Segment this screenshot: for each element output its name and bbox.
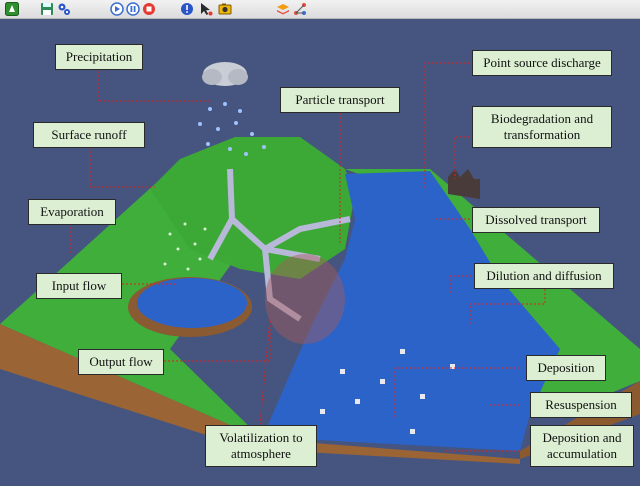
pollutant-plume xyxy=(265,254,345,344)
label-deposition: Deposition xyxy=(526,355,606,381)
label-output-flow: Output flow xyxy=(78,349,164,375)
label-biodegradation-transformation: Biodegradation and transformation xyxy=(472,106,612,148)
rain-cloud-part xyxy=(228,69,248,85)
settings-gears-icon[interactable] xyxy=(57,2,71,16)
replay-icon[interactable] xyxy=(110,2,124,16)
label-surface-runoff: Surface runoff xyxy=(33,122,145,148)
camera-icon[interactable] xyxy=(218,2,232,16)
label-dilution-diffusion: Dilution and diffusion xyxy=(474,263,614,289)
layers-icon[interactable] xyxy=(276,2,290,16)
info-icon[interactable] xyxy=(180,2,194,16)
label-deposition-accumulation: Deposition and accumulation xyxy=(530,425,634,467)
label-evaporation: Evaporation xyxy=(28,199,116,225)
stop-icon[interactable] xyxy=(142,2,156,16)
cursor-icon[interactable] xyxy=(199,2,213,16)
rain-cloud-part xyxy=(202,69,222,85)
pause-icon[interactable] xyxy=(126,2,140,16)
label-point-source-discharge: Point source discharge xyxy=(472,50,612,76)
network-icon[interactable] xyxy=(293,2,307,16)
factory xyxy=(448,169,480,199)
lake-water xyxy=(137,278,247,328)
label-input-flow: Input flow xyxy=(36,273,122,299)
label-resuspension: Resuspension xyxy=(530,392,632,418)
toolbar xyxy=(0,0,640,19)
label-precipitation: Precipitation xyxy=(55,44,143,70)
save-icon[interactable] xyxy=(40,2,54,16)
scene-viewport[interactable]: Precipitation Particle transport Point s… xyxy=(0,19,640,486)
app-logo-icon[interactable] xyxy=(5,2,19,16)
label-particle-transport: Particle transport xyxy=(280,87,400,113)
label-volatilization: Volatilization to atmosphere xyxy=(205,425,317,467)
label-dissolved-transport: Dissolved transport xyxy=(472,207,600,233)
